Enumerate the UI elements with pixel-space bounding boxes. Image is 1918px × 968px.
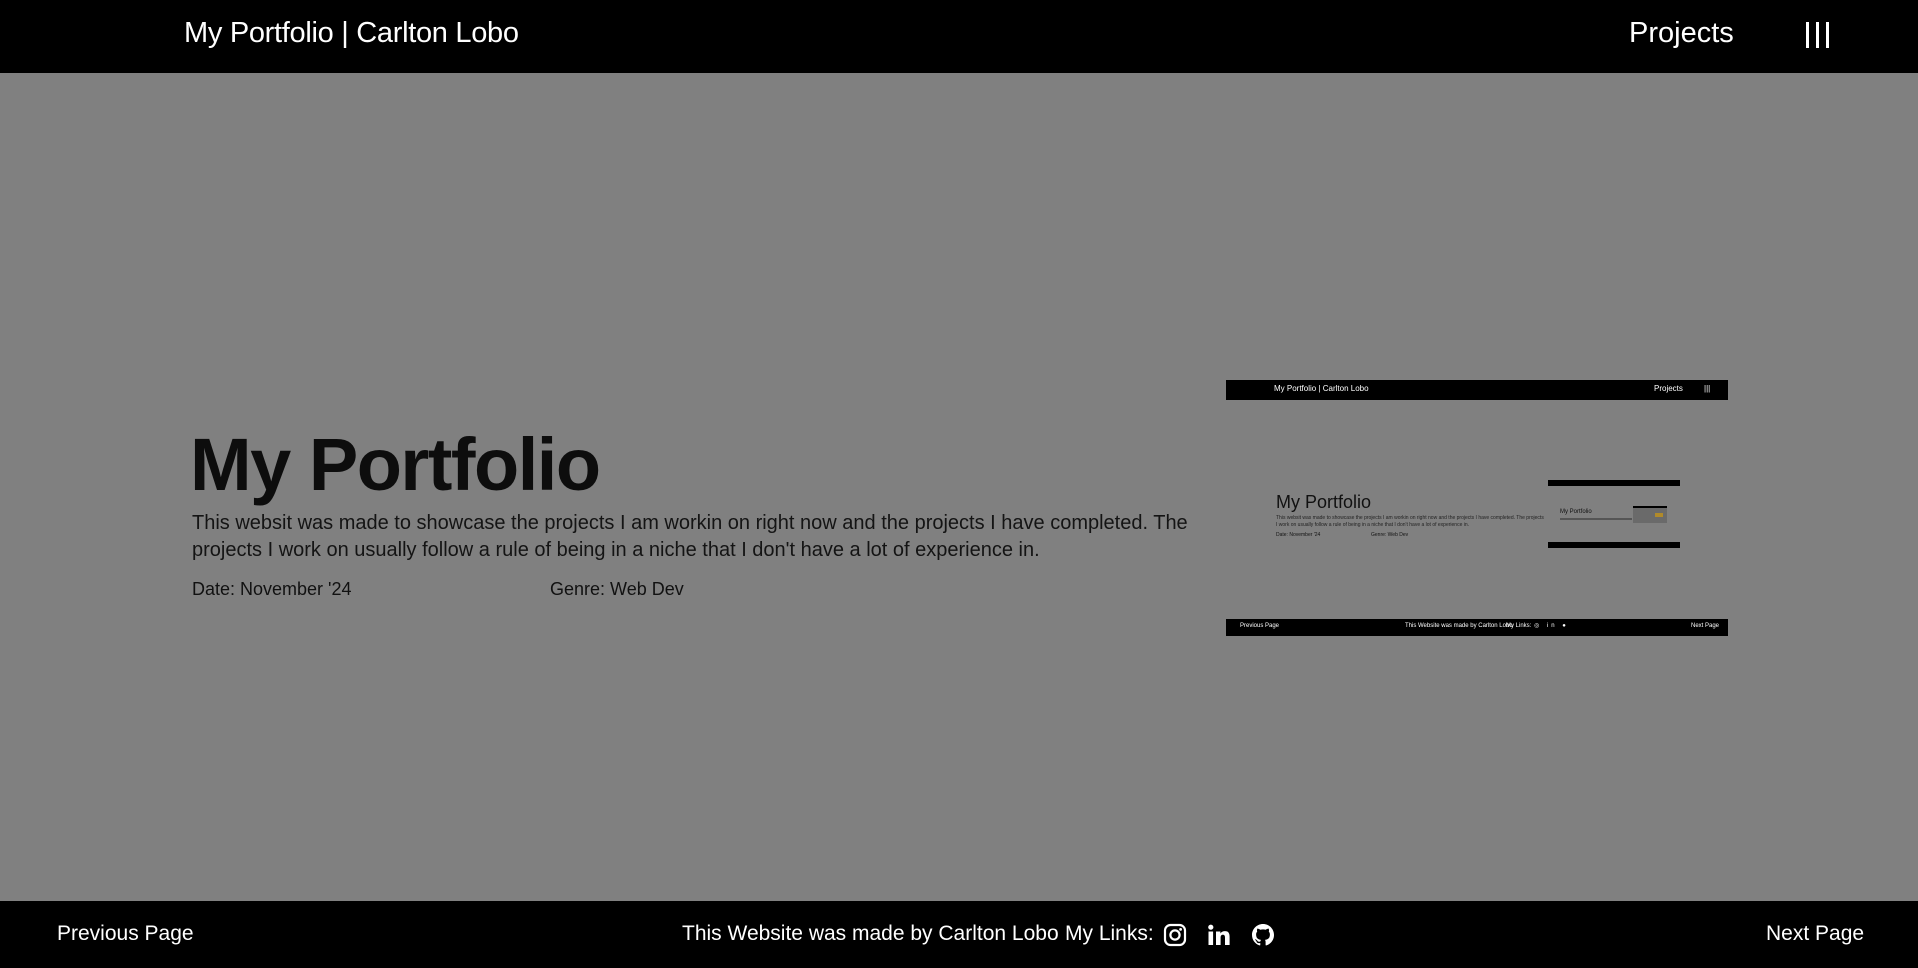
- project-description: This websit was made to showcase the pro…: [192, 512, 1188, 561]
- nav-projects-link[interactable]: Projects: [1629, 17, 1734, 50]
- preview-menu-icon: |||: [1704, 384, 1711, 393]
- preview-description: This websit was made to showcase the pro…: [1276, 515, 1544, 528]
- nested-text-line: [1560, 518, 1632, 520]
- previous-page-link[interactable]: Previous Page: [57, 922, 194, 946]
- preview-made-by: This Website was made by Carlton Lobo: [1405, 623, 1513, 629]
- preview-site-title: My Portfolio | Carlton Lobo: [1274, 384, 1369, 393]
- preview-next-page: Next Page: [1691, 623, 1720, 629]
- preview-nested-screenshot: My Portfolio: [1548, 480, 1680, 548]
- nested-title: My Portfolio: [1560, 509, 1592, 515]
- preview-footer: Previous Page This Website was made by C…: [1226, 619, 1728, 636]
- top-navbar: My Portfolio | Carlton Lobo Projects: [0, 0, 1918, 73]
- project-genre: Genre: Web Dev: [550, 579, 684, 599]
- preview-date: Date: November '24: [1276, 532, 1321, 538]
- github-icon[interactable]: [1251, 923, 1275, 947]
- hamburger-menu-icon[interactable]: [1806, 22, 1830, 48]
- site-title[interactable]: My Portfolio | Carlton Lobo: [184, 17, 519, 50]
- nested-navbar: [1548, 480, 1680, 486]
- preview-projects-link: Projects: [1654, 384, 1683, 393]
- nested-accent: [1655, 513, 1663, 517]
- preview-genre: Genre: Web Dev: [1371, 532, 1409, 538]
- next-page-link[interactable]: Next Page: [1766, 922, 1864, 946]
- linkedin-icon[interactable]: [1207, 923, 1231, 947]
- preview-title: My Portfolio: [1276, 492, 1372, 512]
- preview-social-icons: ◎ in ●: [1534, 623, 1569, 629]
- preview-navbar: My Portfolio | Carlton Lobo Projects |||: [1226, 380, 1728, 400]
- bottom-footer: Previous Page This Website was made by C…: [0, 901, 1918, 968]
- nested-footer: [1548, 542, 1680, 548]
- preview-my-links: My Links:: [1506, 623, 1532, 629]
- made-by-text: This Website was made by Carlton Lobo: [682, 922, 1059, 945]
- project-date: Date: November '24: [192, 579, 352, 599]
- project-preview-image: My Portfolio | Carlton Lobo Projects |||…: [1226, 380, 1728, 636]
- project-title: My Portfolio: [190, 423, 601, 506]
- preview-prev-page: Previous Page: [1240, 623, 1280, 629]
- instagram-icon[interactable]: [1163, 923, 1187, 947]
- my-links-label: My Links:: [1065, 922, 1154, 945]
